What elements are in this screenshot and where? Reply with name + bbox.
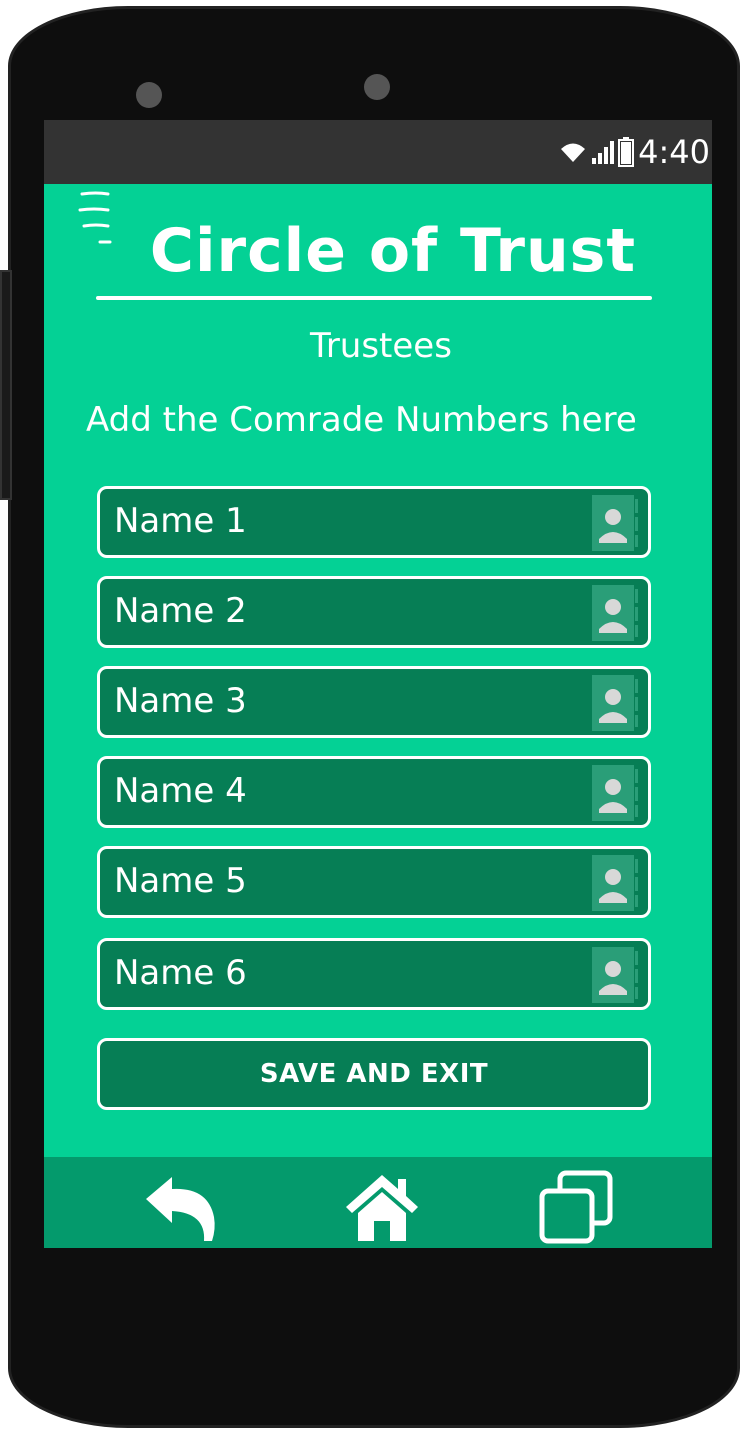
name-field-2[interactable]: Name 2 (97, 576, 651, 648)
app-title: Circle of Trust (149, 216, 637, 286)
contact-icon[interactable] (592, 675, 640, 731)
navigation-bar (44, 1157, 712, 1248)
name-field-value: Name 5 (114, 861, 247, 901)
home-icon[interactable] (342, 1169, 422, 1245)
name-field-value: Name 4 (114, 771, 247, 811)
contact-icon[interactable] (592, 855, 640, 911)
contact-icon[interactable] (592, 495, 640, 551)
name-field-1[interactable]: Name 1 (97, 486, 651, 558)
contact-icon[interactable] (592, 947, 640, 1003)
status-icons: 4:40 (558, 133, 710, 171)
battery-icon (618, 137, 635, 167)
title-underline (96, 296, 652, 300)
name-field-value: Name 3 (114, 681, 247, 721)
name-field-4[interactable]: Name 4 (97, 756, 651, 828)
back-icon[interactable] (142, 1169, 222, 1245)
instructions-text: Add the Comrade Numbers here (86, 400, 637, 440)
contact-icon[interactable] (592, 765, 640, 821)
front-camera (136, 82, 162, 108)
name-field-3[interactable]: Name 3 (97, 666, 651, 738)
save-and-exit-button[interactable]: SAVE AND EXIT (97, 1038, 651, 1110)
recents-icon[interactable] (536, 1169, 616, 1245)
name-field-6[interactable]: Name 6 (97, 938, 651, 1010)
contact-icon[interactable] (592, 585, 640, 641)
phone-screen: 4:40 Circle of Trust Trustees Add the Co… (44, 120, 712, 1248)
section-subtitle: Trustees (310, 326, 452, 366)
wifi-icon (561, 143, 586, 162)
name-field-value: Name 2 (114, 591, 247, 631)
status-bar: 4:40 (44, 120, 712, 184)
status-time: 4:40 (638, 133, 710, 171)
signal-icon (592, 141, 615, 164)
phone-side-button (0, 270, 12, 500)
name-field-value: Name 6 (114, 953, 247, 993)
front-sensor (364, 74, 390, 100)
name-field-value: Name 1 (114, 501, 247, 541)
name-field-5[interactable]: Name 5 (97, 846, 651, 918)
